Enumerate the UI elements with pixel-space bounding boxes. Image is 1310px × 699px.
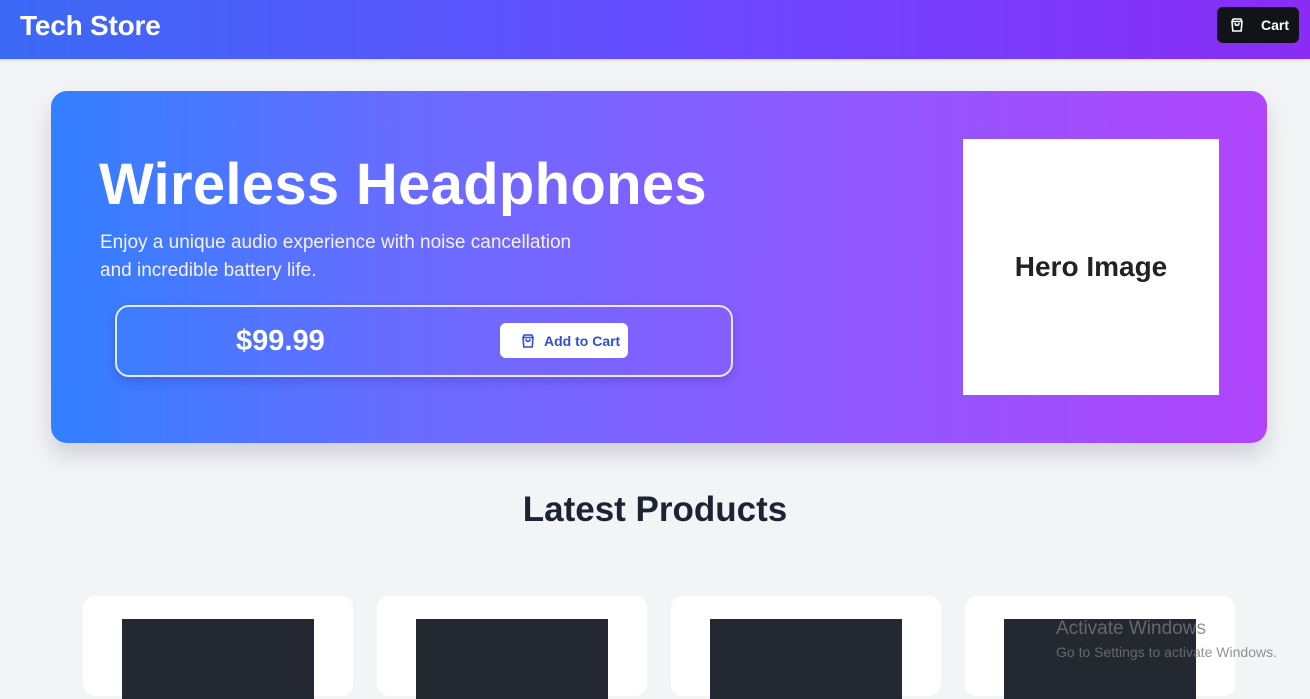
shopping-bag-icon [520,333,536,349]
hero-description: Enjoy a unique audio experience with noi… [100,232,572,281]
hero-image-placeholder: Hero Image [963,139,1219,395]
product-card[interactable] [671,596,941,699]
hero-image-label: Hero Image [1014,251,1168,282]
product-image [710,619,902,699]
windows-activation-watermark: Activate Windows Go to Settings to activ… [1056,618,1277,660]
brand-logo-text[interactable]: Tech Store [20,10,161,42]
product-image [416,619,608,699]
hero-banner: Wireless Headphones Enjoy a unique audio… [51,91,1267,443]
add-to-cart-button[interactable]: Add to Cart [500,323,628,358]
watermark-subtitle: Go to Settings to activate Windows. [1056,644,1277,660]
hero-price: $99.99 [236,325,325,357]
watermark-title: Activate Windows [1056,618,1206,639]
add-to-cart-label: Add to Cart [544,332,621,349]
price-panel: $99.99 Add to Cart [115,305,733,377]
top-navbar: Tech Store Cart [0,0,1310,59]
product-card[interactable] [83,596,353,699]
product-card[interactable] [377,596,647,699]
cart-button[interactable]: Cart [1217,7,1299,43]
cart-button-label: Cart [1261,17,1290,33]
latest-products-heading: Latest Products [522,490,788,529]
product-image [122,619,314,699]
shopping-bag-icon [1229,17,1245,33]
hero-title: Wireless Headphones [99,152,707,217]
